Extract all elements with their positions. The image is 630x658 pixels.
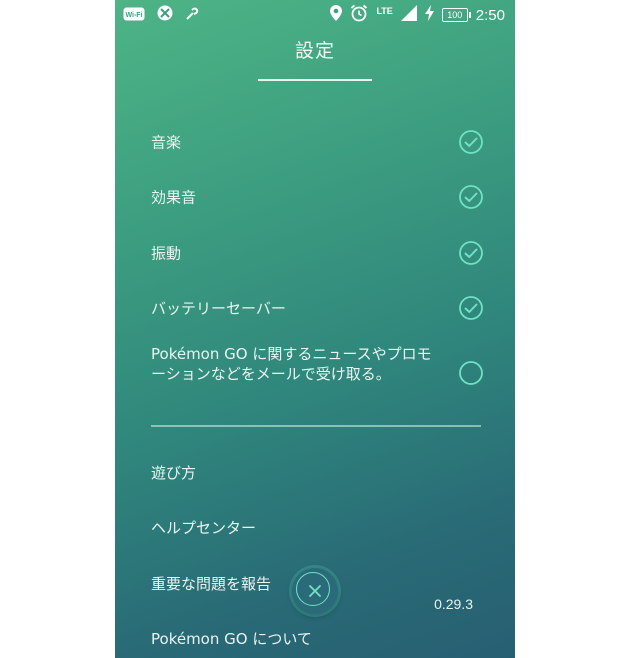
setting-news-opt-in[interactable]: Pokémon GO に関するニュースやプロモーションなどをメールで受け取る。 (151, 344, 483, 406)
status-bar: Wi-Fi LTE 100 2:50 (115, 0, 515, 30)
check-circle-icon (459, 296, 483, 320)
wifi-icon: Wi-Fi (123, 6, 145, 25)
no-sim-icon (157, 5, 173, 25)
setting-music[interactable]: 音楽 (151, 122, 483, 162)
settings-screen: Wi-Fi LTE 100 2:50 設定 音楽 効果音 振動 バッテリーセーバ… (115, 0, 515, 658)
status-bar-left: Wi-Fi (123, 5, 199, 25)
setting-sound-effects-checkbox[interactable] (459, 185, 483, 209)
screenshot-stage: Wi-Fi LTE 100 2:50 設定 音楽 効果音 振動 バッテリーセーバ… (0, 0, 630, 658)
setting-news-opt-in-label: Pokémon GO に関するニュースやプロモーションなどをメールで受け取る。 (151, 345, 432, 383)
menu-item-about[interactable]: Pokémon GO について (151, 628, 312, 649)
setting-music-checkbox[interactable] (459, 130, 483, 154)
status-bar-right: LTE 100 2:50 (330, 4, 505, 26)
title-underline (258, 79, 372, 81)
setting-vibration[interactable]: 振動 (151, 233, 483, 273)
setting-sound-effects-label: 効果音 (151, 188, 197, 207)
setting-battery-saver[interactable]: バッテリーセーバー (151, 288, 483, 328)
check-circle-icon (459, 185, 483, 209)
app-version: 0.29.3 (434, 596, 473, 612)
signal-icon (400, 5, 417, 25)
setting-sound-effects[interactable]: 効果音 (151, 177, 483, 217)
battery-icon: 100 (441, 8, 471, 22)
page-title: 設定 (294, 40, 335, 62)
setting-news-opt-in-checkbox[interactable] (459, 361, 483, 385)
check-circle-icon (459, 241, 483, 265)
close-icon (309, 585, 321, 597)
wrench-icon (185, 6, 199, 25)
svg-text:Wi-Fi: Wi-Fi (125, 12, 142, 19)
setting-battery-saver-label: バッテリーセーバー (151, 299, 286, 318)
menu-item-report-issue[interactable]: 重要な問題を報告 (151, 573, 271, 594)
clock-time: 2:50 (475, 6, 505, 24)
menu-item-help-center[interactable]: ヘルプセンター (151, 517, 256, 538)
location-icon (330, 5, 343, 25)
close-button[interactable] (292, 568, 338, 614)
menu-item-how-to-play[interactable]: 遊び方 (151, 462, 196, 483)
unchecked-circle-icon (459, 361, 483, 385)
setting-vibration-checkbox[interactable] (459, 241, 483, 265)
setting-vibration-label: 振動 (151, 244, 182, 263)
setting-battery-saver-checkbox[interactable] (459, 296, 483, 320)
charging-icon (424, 5, 434, 25)
check-circle-icon (459, 130, 483, 154)
network-type-label: LTE (376, 6, 393, 16)
alarm-icon (350, 4, 368, 26)
setting-music-label: 音楽 (151, 133, 182, 152)
section-divider (151, 425, 481, 427)
